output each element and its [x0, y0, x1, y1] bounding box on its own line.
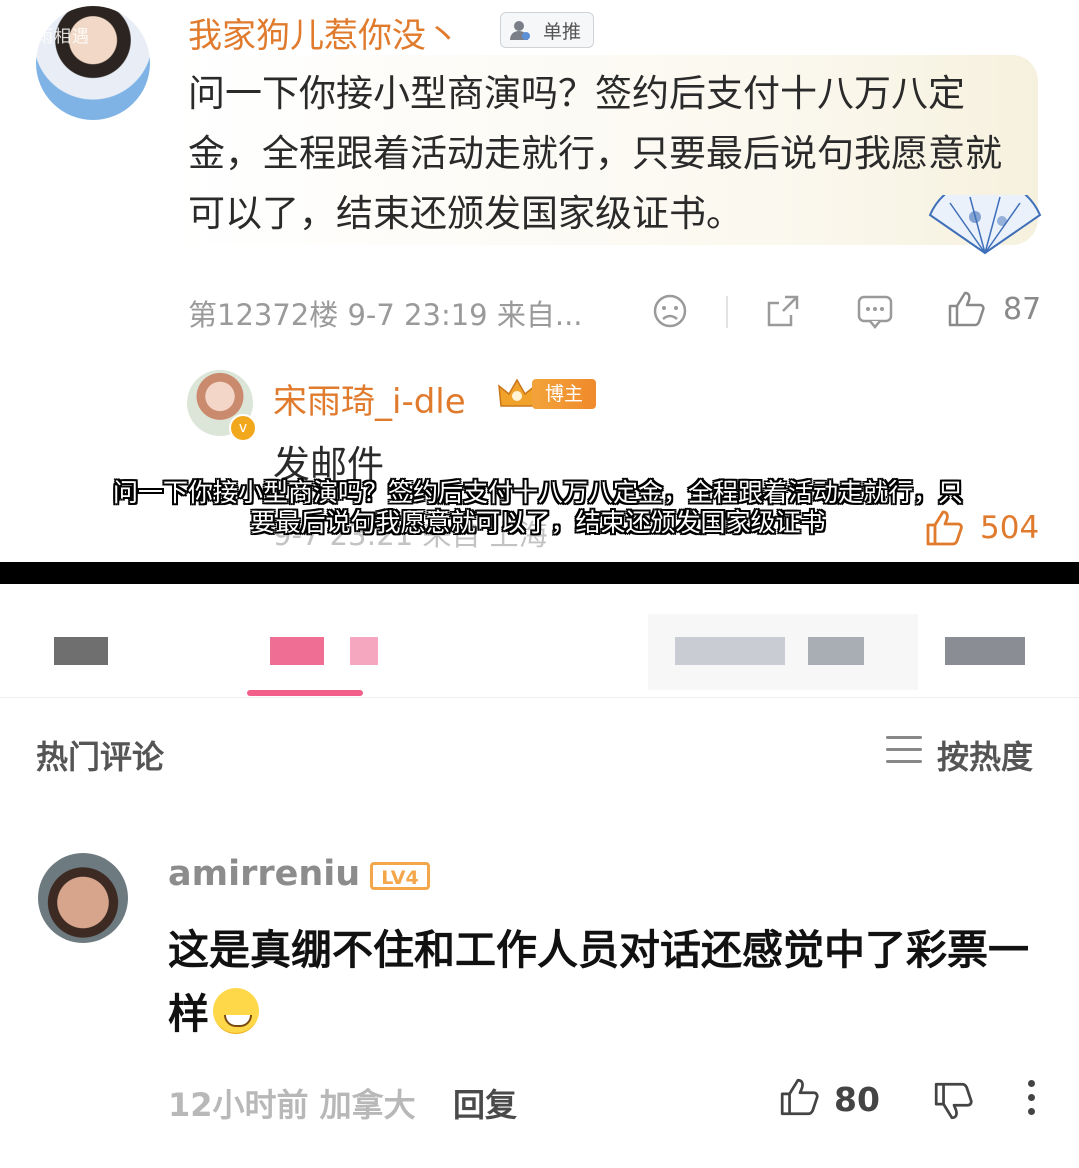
like-count: 87 [1003, 292, 1042, 327]
video-subtitle: 问一下你接小型商演吗？签约后支付十八万八定金，全程跟着活动走就行，只要最后说句我… [112, 478, 963, 537]
fan-decoration-icon [928, 195, 1042, 255]
more-options-icon[interactable] [1028, 1080, 1038, 1120]
comment-body: 这是真绷不住和工作人员对话还感觉中了彩票一样 [168, 918, 1048, 1046]
tab-separator [0, 697, 1079, 698]
frame-divider [0, 562, 1079, 584]
tab-placeholder[interactable] [675, 637, 785, 665]
reply-button[interactable]: 回复 [453, 1080, 517, 1126]
reply-like-count: 504 [980, 510, 1040, 546]
tab-active-placeholder[interactable] [270, 637, 324, 665]
thumbs-down-icon[interactable] [932, 1080, 974, 1122]
tab-active-placeholder-2 [350, 637, 378, 665]
dislike-face-icon[interactable] [652, 293, 688, 329]
meta-divider [726, 296, 728, 328]
blogger-tag: 博主 [532, 379, 596, 409]
comment-time-location: 12小时前 加拿大 [168, 1086, 416, 1124]
fan-tag: 单推 [500, 12, 594, 48]
active-tab-indicator [247, 690, 363, 696]
comment-text: 问一下你接小型商演吗？签约后支付十八万八定金，全程跟着活动走就行，只要最后说句我… [188, 72, 1002, 235]
blogger-name[interactable]: 宋雨琦_i-dle [273, 374, 466, 423]
level-badge: LV4 [370, 862, 430, 890]
comment-text: 这是真绷不住和工作人员对话还感觉中了彩票一样 [168, 926, 1029, 1038]
comment-icon[interactable] [856, 293, 894, 329]
section-title: 热门评论 [36, 738, 165, 776]
like-count: 80 [834, 1080, 880, 1119]
tab-placeholder[interactable] [54, 637, 108, 665]
sweat-smile-emoji-icon [213, 988, 259, 1034]
sort-icon[interactable] [886, 736, 922, 766]
comment-meta: 第12372楼 9-7 23:19 来自... [188, 298, 583, 332]
share-icon[interactable] [765, 293, 801, 329]
username[interactable]: amirreniu [168, 854, 360, 894]
tab-placeholder[interactable] [808, 637, 864, 665]
thumbs-up-icon[interactable] [778, 1076, 820, 1118]
video-frame-screenshot: 宋雨相遇 我家狗儿惹你没丶 单推 问一下你接小型商演吗？签约后支付十八万八定金，… [0, 0, 1079, 562]
sort-button[interactable]: 按热度 [937, 732, 1033, 778]
tab-placeholder[interactable] [945, 637, 1025, 665]
video-watermark: 宋雨相遇 [18, 27, 90, 47]
verified-badge-icon: v [229, 414, 257, 442]
commenter-name[interactable]: 我家狗儿惹你没丶 [188, 8, 460, 57]
crown-icon [498, 378, 536, 407]
thumbs-up-icon[interactable] [946, 289, 986, 329]
fan-tag-label: 单推 [543, 21, 582, 43]
user-avatar[interactable] [38, 853, 128, 943]
tab-bar [0, 584, 1079, 696]
person-icon [510, 21, 530, 40]
